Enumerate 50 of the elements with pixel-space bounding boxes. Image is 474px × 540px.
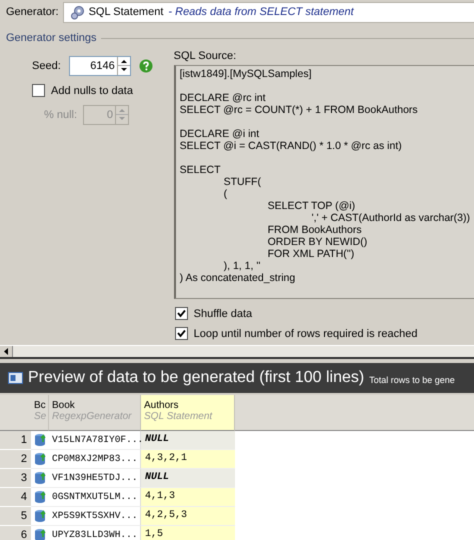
column-header[interactable]: Authors SQL Statement xyxy=(141,395,235,431)
table-cell: 4,3,2,1 xyxy=(141,450,235,469)
column-generator: SQL Statement xyxy=(144,411,214,422)
checkbox-label: Shuffle data xyxy=(194,308,252,320)
column-header[interactable]: Book RegexpGenerator xyxy=(49,395,141,431)
column-header[interactable]: Bc Se xyxy=(31,395,49,431)
checkbox[interactable] xyxy=(174,327,188,340)
checkbox[interactable] xyxy=(32,84,45,97)
field-label: % null: xyxy=(44,109,78,121)
preview-subtitle: Total rows to be gene xyxy=(369,374,455,385)
database-icon xyxy=(34,528,46,540)
field-label: Seed: xyxy=(32,60,61,72)
table-cell: 4,2,5,3 xyxy=(141,507,235,526)
table-cell: NULL xyxy=(141,431,235,450)
generator-field[interactable]: SQL Statement - Reads data from SELECT statement xyxy=(62,2,474,22)
column-name: Bc xyxy=(34,400,47,411)
window-icon xyxy=(8,371,23,385)
row-number: 1 xyxy=(0,431,31,450)
database-icon xyxy=(34,452,46,466)
database-icon xyxy=(34,490,46,504)
field-label: Generator: xyxy=(6,6,59,18)
checkbox-label: Loop until number of rows required is reached xyxy=(194,328,418,340)
row-number: 4 xyxy=(0,488,31,507)
checkbox[interactable] xyxy=(174,307,188,320)
group-title: Generator settings xyxy=(6,32,96,44)
row-number: 2 xyxy=(0,450,31,469)
horizontal-scrollbar[interactable] xyxy=(0,345,474,359)
generator-name: SQL Statement xyxy=(88,6,164,18)
checkbox-label: Add nulls to data xyxy=(51,84,133,96)
row-number: 5 xyxy=(0,507,31,526)
database-icon xyxy=(34,471,46,485)
column-name: Authors xyxy=(144,400,180,411)
help-icon xyxy=(138,59,153,73)
field-label: SQL Source: xyxy=(174,50,238,64)
left-arrow-icon xyxy=(3,347,9,356)
database-icon xyxy=(34,433,46,447)
row-number: 6 xyxy=(0,526,31,540)
seed-spinner[interactable]: 6146 xyxy=(68,56,131,76)
database-icon xyxy=(34,509,46,523)
row-number: 3 xyxy=(0,469,31,488)
table-cell: 1,5 xyxy=(141,526,235,540)
sql-text-area[interactable]: [istw1849].[MySQLSamples] DECLARE @rc int SELECT @rc = COUNT(*) + 1 FROM BookAuthors DECLARE @i int SELECT @i = CAST(RAND() * 1.0 * @rc as int) SELECT STUFF( ( SELECT TOP (@i) ',' + CAST(AuthorId as varchar(3)) FROM BookAuthors ORDER BY NEWID() FOR XML PATH('') ), 1, 1, '' ) As concatenated_string xyxy=(174,65,474,299)
generator-description: - Reads data from SELECT statement xyxy=(168,6,354,18)
column-generator: Se xyxy=(34,411,48,422)
column-name: Book xyxy=(52,400,76,411)
gears-icon xyxy=(70,4,84,20)
table-cell: NULL xyxy=(141,469,235,488)
preview-title: Preview of data to be generated (first 100 lines) xyxy=(28,369,364,387)
column-generator: RegexpGenerator xyxy=(52,411,133,422)
table-cell: 4,1,3 xyxy=(141,488,235,507)
